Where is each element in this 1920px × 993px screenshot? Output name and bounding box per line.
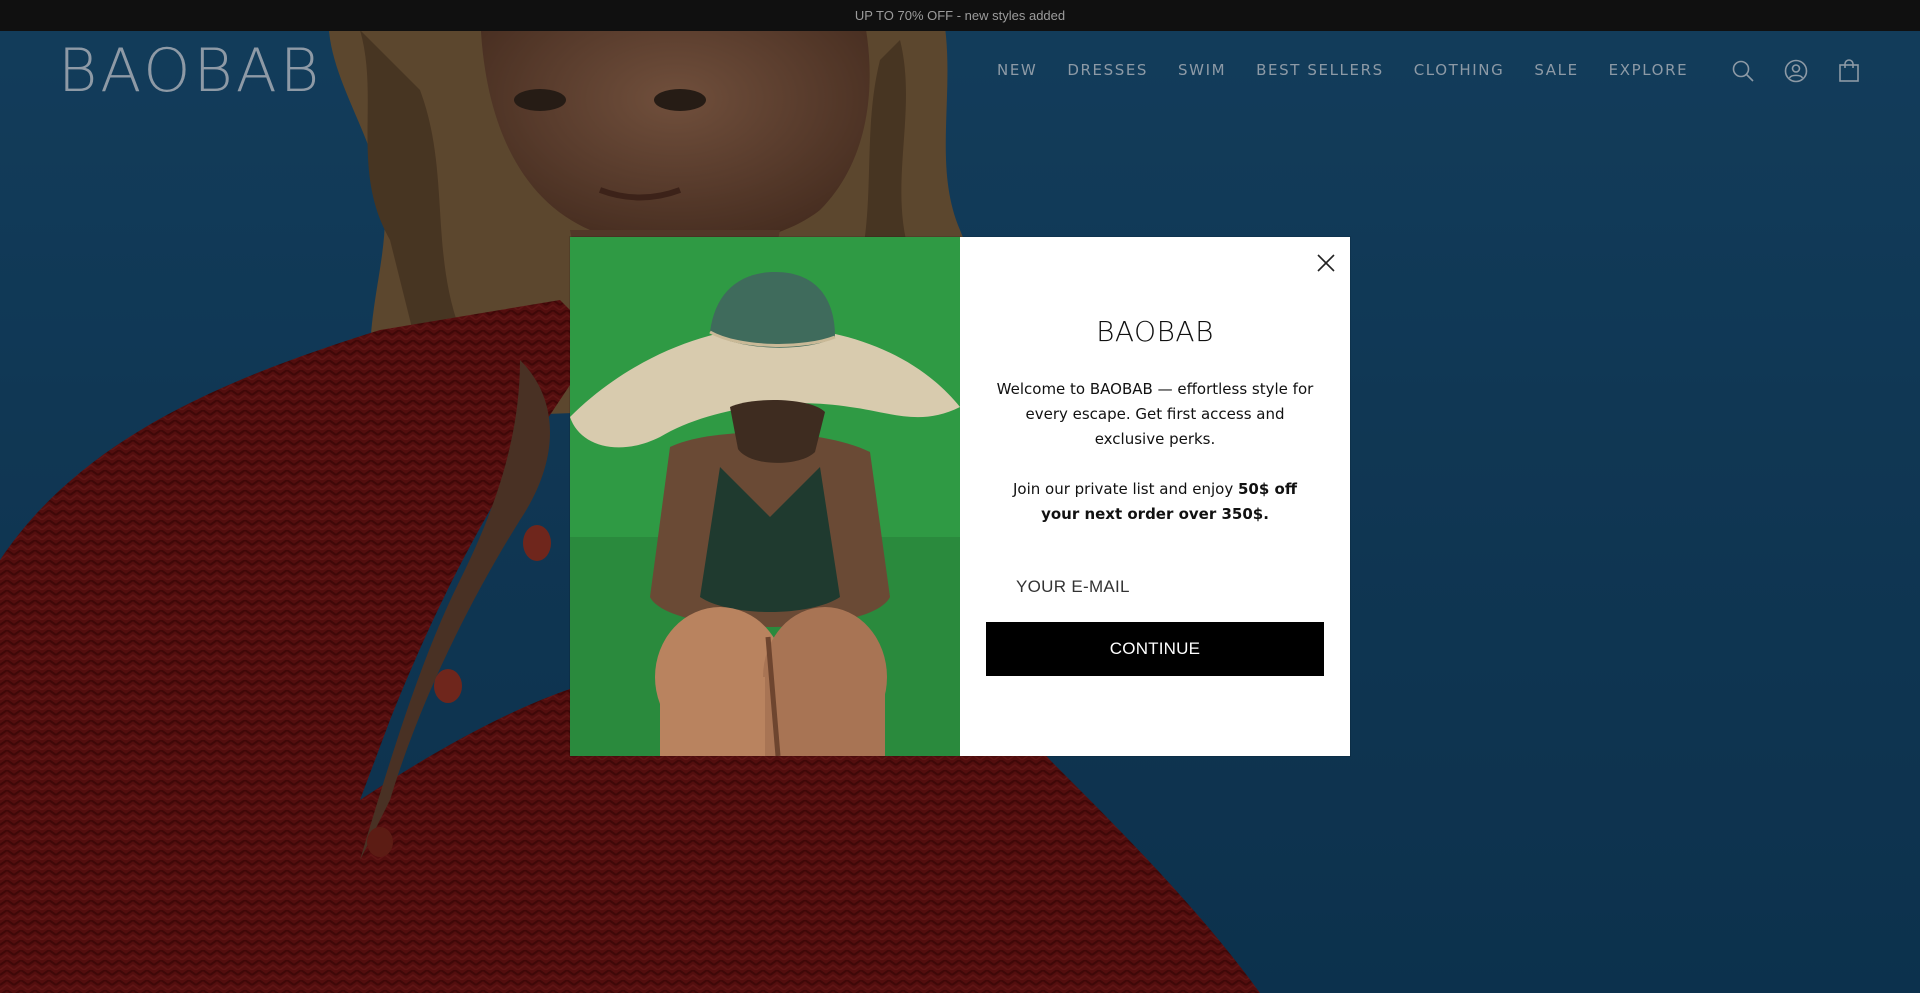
popup-offer-prefix: Join our private list and enjoy [1013, 480, 1238, 498]
site-logo[interactable]: BAOBAB [58, 41, 322, 101]
popup-offer-text: Join our private list and enjoy 50$ off … [996, 477, 1314, 527]
newsletter-popup: BAOBAB Welcome to BAOBAB — effortless st… [570, 237, 1350, 756]
close-button[interactable] [1315, 252, 1337, 274]
popup-image [570, 237, 960, 756]
nav-item-dresses[interactable]: DRESSES [1067, 61, 1148, 79]
nav-item-sale[interactable]: SALE [1534, 61, 1578, 79]
popup-intro-text: Welcome to BAOBAB — effortless style for… [996, 380, 1314, 448]
popup-logo: BAOBAB [1096, 315, 1214, 348]
site-header: BAOBAB NEW DRESSES SWIM BEST SELLERS CLO… [0, 31, 1920, 111]
email-field[interactable] [986, 567, 1324, 607]
search-icon[interactable] [1731, 59, 1755, 83]
account-icon[interactable] [1784, 59, 1808, 83]
nav-item-new[interactable]: NEW [997, 61, 1037, 79]
close-icon [1317, 254, 1335, 272]
header-icons [1731, 59, 1861, 83]
continue-button[interactable]: CONTINUE [986, 622, 1324, 676]
announcement-bar: UP TO 70% OFF - new styles added [0, 0, 1920, 31]
nav-item-clothing[interactable]: CLOTHING [1414, 61, 1505, 79]
popup-panel: BAOBAB Welcome to BAOBAB — effortless st… [960, 237, 1350, 756]
main-nav: NEW DRESSES SWIM BEST SELLERS CLOTHING S… [997, 61, 1688, 79]
nav-item-explore[interactable]: EXPLORE [1609, 61, 1689, 79]
cart-bag-icon[interactable] [1837, 59, 1861, 83]
nav-item-best-sellers[interactable]: BEST SELLERS [1256, 61, 1384, 79]
nav-item-swim[interactable]: SWIM [1178, 61, 1226, 79]
popup-photo-illustration [570, 237, 960, 756]
announcement-text[interactable]: UP TO 70% OFF - new styles added [855, 8, 1065, 23]
